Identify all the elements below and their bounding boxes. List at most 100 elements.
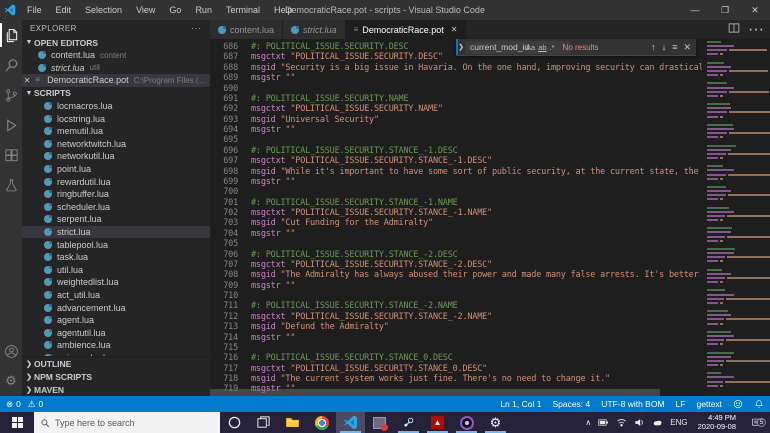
code-line: 703 msgid "Cut Funding for the Admiralty": [210, 218, 702, 228]
menu-item-run[interactable]: Run: [188, 5, 219, 15]
settings-icon[interactable]: ⚙: [481, 412, 510, 433]
code-editor[interactable]: 686 #: POLITICAL_ISSUE.SECURITY.DESC 687 ms…: [210, 39, 702, 396]
extensions-icon[interactable]: [0, 140, 22, 170]
close-button[interactable]: ✕: [740, 0, 770, 20]
eol-sequence[interactable]: LF: [676, 399, 686, 409]
open-editor-item[interactable]: ✕ ≡ DemocraticRace.pot C:\Program Files (x8…: [22, 74, 210, 87]
cortana-icon[interactable]: [220, 412, 249, 433]
language-mode[interactable]: gettext: [696, 399, 722, 409]
lua-file-icon: [42, 289, 53, 300]
indentation[interactable]: Spaces: 4: [552, 399, 590, 409]
menu-item-edit[interactable]: Edit: [49, 5, 79, 15]
close-icon[interactable]: ✕: [22, 76, 32, 85]
menu-item-terminal[interactable]: Terminal: [219, 5, 267, 15]
file-tree-item[interactable]: weightedlist.lua: [22, 276, 210, 289]
menu-item-file[interactable]: File: [20, 5, 49, 15]
notification-center-button[interactable]: 5: [746, 417, 766, 428]
file-explorer-icon[interactable]: [278, 412, 307, 433]
open-editor-item[interactable]: ✕strict.luautil: [22, 62, 210, 75]
file-tree-item[interactable]: ringbuffer.lua: [22, 188, 210, 201]
file-tree-item[interactable]: rewardutil.lua: [22, 175, 210, 188]
file-tree-item[interactable]: networkutil.lua: [22, 150, 210, 163]
menu-item-help[interactable]: Help: [267, 5, 300, 15]
file-tree-item[interactable]: locstring.lua: [22, 112, 210, 125]
file-tree-item[interactable]: agentutil.lua: [22, 326, 210, 339]
split-editor-icon[interactable]: [728, 21, 740, 39]
file-tree-item[interactable]: point.lua: [22, 163, 210, 176]
source-control-icon[interactable]: [0, 80, 22, 110]
code-line: 695: [210, 135, 702, 145]
explorer-icon[interactable]: [0, 20, 22, 50]
close-find-icon[interactable]: ✕: [683, 42, 691, 53]
cursor-position[interactable]: Ln 1, Col 1: [500, 399, 541, 409]
section-outline[interactable]: ❯ OUTLINE: [22, 357, 210, 370]
tab-strict.lua[interactable]: strict.lua: [283, 20, 346, 39]
battery-icon[interactable]: [598, 417, 609, 428]
open-editors-section-header[interactable]: ▼ OPEN EDITORS: [22, 36, 210, 49]
code-line: 708 msgid "The Admiralty has always abuse…: [210, 270, 702, 280]
match-case-toggle[interactable]: Aa: [526, 43, 535, 52]
file-name: agent.lua: [57, 315, 95, 326]
lua-file-icon: [42, 315, 53, 326]
tab-DemocraticRace.pot[interactable]: ≡ DemocraticRace.pot ✕: [345, 20, 467, 39]
horizontal-scrollbar[interactable]: [210, 389, 660, 396]
speaker-icon[interactable]: [634, 417, 645, 428]
menu-item-view[interactable]: View: [129, 5, 162, 15]
more-actions-icon[interactable]: ···: [748, 21, 764, 39]
minimize-button[interactable]: —: [680, 0, 710, 20]
tab-content.lua[interactable]: content.lua: [210, 20, 284, 39]
file-tree-item[interactable]: util.lua: [22, 264, 210, 277]
acrobat-icon[interactable]: ▲: [423, 412, 452, 433]
language-indicator[interactable]: ENG: [670, 418, 687, 427]
search-icon[interactable]: [0, 50, 22, 80]
app-window-red-badge-icon[interactable]: [365, 412, 394, 433]
section-maven[interactable]: ❯ MAVEN: [22, 383, 210, 396]
vscode-icon[interactable]: [336, 412, 365, 433]
file-tree-item[interactable]: memutil.lua: [22, 125, 210, 138]
file-tree-item[interactable]: agent.lua: [22, 314, 210, 327]
notifications-bell-icon[interactable]: [754, 399, 764, 409]
feedback-smiley-icon[interactable]: [733, 399, 743, 409]
file-tree-item[interactable]: ambience.lua: [22, 339, 210, 352]
scripts-section-header[interactable]: ▼ SCRIPTS: [22, 87, 210, 100]
encoding[interactable]: UTF-8 with BOM: [601, 399, 664, 409]
wifi-icon[interactable]: [616, 417, 627, 428]
section-npm-scripts[interactable]: ❯ NPM SCRIPTS: [22, 370, 210, 383]
file-tree-item[interactable]: task.lua: [22, 251, 210, 264]
show-hidden-icons-chevron-icon[interactable]: ∧: [585, 418, 591, 427]
restore-button[interactable]: ❐: [710, 0, 740, 20]
test-beaker-icon[interactable]: [0, 170, 22, 200]
file-tree-item[interactable]: advancement.lua: [22, 301, 210, 314]
steam-icon[interactable]: [394, 412, 423, 433]
file-tree-item[interactable]: strict.lua: [22, 225, 210, 239]
account-icon[interactable]: [0, 336, 22, 366]
media-app-icon[interactable]: [452, 412, 481, 433]
clock[interactable]: 4:49 PM 2020-09-08: [695, 413, 739, 431]
run-debug-icon[interactable]: [0, 110, 22, 140]
start-button[interactable]: [0, 412, 34, 433]
file-tree-item[interactable]: act_util.lua: [22, 289, 210, 302]
file-tree-item[interactable]: tablepool.lua: [22, 238, 210, 251]
problems-indicator[interactable]: ⊗ 0 ⚠ 0: [6, 399, 43, 410]
onedrive-cloud-icon[interactable]: [652, 417, 663, 428]
whole-word-toggle[interactable]: ab: [538, 43, 546, 52]
file-tree-item[interactable]: networktwitch.lua: [22, 138, 210, 151]
regex-toggle[interactable]: .*: [550, 43, 555, 52]
sidebar-more-actions-icon[interactable]: ···: [191, 24, 202, 33]
open-editor-item[interactable]: ✕content.luacontent: [22, 49, 210, 62]
close-icon[interactable]: ✕: [451, 25, 458, 34]
find-expand-chevron-icon[interactable]: ❯: [456, 39, 464, 55]
minimap[interactable]: [702, 39, 770, 396]
file-tree-item[interactable]: scheduler.lua: [22, 201, 210, 214]
file-tree-item[interactable]: locmacros.lua: [22, 100, 210, 113]
menu-item-go[interactable]: Go: [162, 5, 188, 15]
previous-match-icon[interactable]: ↑: [651, 42, 656, 52]
taskbar-search-box[interactable]: Type here to search: [34, 412, 220, 433]
settings-gear-icon[interactable]: ⚙: [0, 366, 22, 396]
next-match-icon[interactable]: ↓: [662, 42, 667, 52]
find-in-selection-icon[interactable]: ≡: [672, 42, 677, 52]
file-tree-item[interactable]: serpent.lua: [22, 213, 210, 226]
menu-item-selection[interactable]: Selection: [78, 5, 129, 15]
chrome-icon[interactable]: [307, 412, 336, 433]
task-view-icon[interactable]: [249, 412, 278, 433]
